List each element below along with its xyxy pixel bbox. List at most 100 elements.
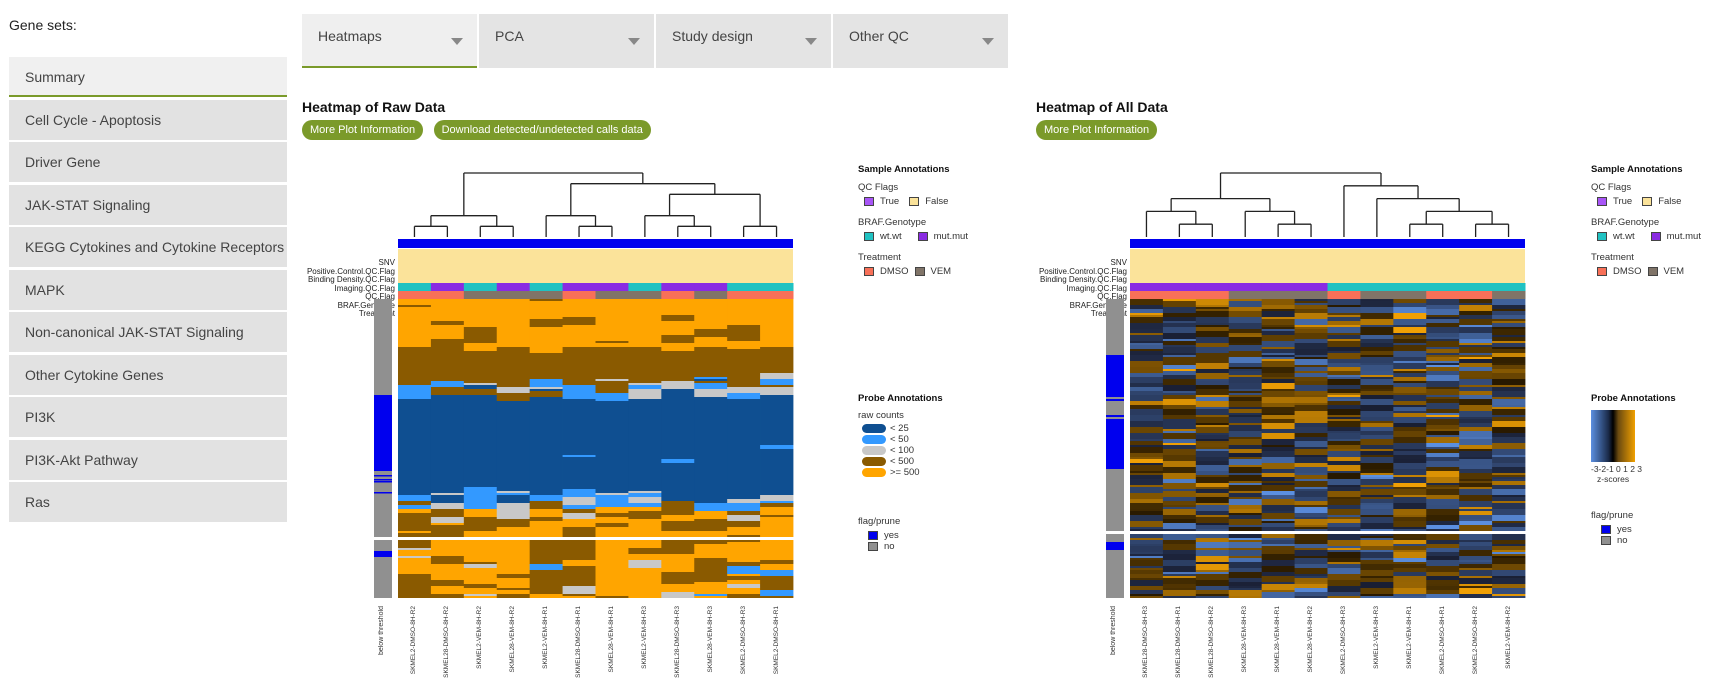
- heatmap-cell: [760, 299, 794, 307]
- heatmap-cell: [1294, 467, 1328, 473]
- heatmap-cell: [398, 365, 432, 373]
- heatmap-cell: [1195, 443, 1230, 447]
- heatmap-cell: [496, 393, 531, 401]
- raw-count-bin: < 500: [858, 456, 988, 467]
- heatmap-cell: [1228, 415, 1263, 417]
- heatmap-cell: [1459, 343, 1493, 345]
- heatmap-cell: [760, 373, 794, 379]
- heatmap-cell: [1294, 373, 1328, 377]
- heatmap-cell: [694, 311, 728, 315]
- tab-heatmaps[interactable]: Heatmaps: [302, 14, 477, 68]
- heatmap-cell: [595, 319, 629, 323]
- heatmap-cell: [1492, 399, 1526, 405]
- sidebar-item-pi3k[interactable]: PI3K: [9, 397, 287, 437]
- heatmap-cell: [694, 574, 728, 582]
- heatmap-cell: [1459, 546, 1493, 550]
- heatmap-cell: [496, 449, 531, 457]
- heatmap-cell: [1130, 409, 1164, 415]
- heatmap-cell: [1195, 433, 1230, 435]
- qc-true-label: True: [1613, 196, 1633, 207]
- raw-count-label: < 50: [890, 434, 909, 445]
- heatmap-cell: [694, 379, 728, 381]
- heatmap-cell: [1393, 517, 1427, 521]
- all-heatmap-column-labels: below threshold SKMEL28-DMSO-8H-R3 SKMEL28…: [1102, 602, 1527, 687]
- heatmap-cell: [1360, 301, 1394, 307]
- heatmap-cell: [1393, 335, 1427, 337]
- heatmap-cell: [760, 507, 794, 515]
- heatmap-cell: [1492, 433, 1526, 437]
- heatmap-cell: [1393, 451, 1427, 455]
- heatmap-cell: [727, 527, 761, 535]
- sidebar-item-jak-stat-signaling[interactable]: JAK-STAT Signaling: [9, 184, 287, 225]
- heatmap-cell: [1130, 479, 1164, 485]
- heatmap-cell: [1393, 381, 1427, 383]
- heatmap-cell: [1492, 455, 1526, 457]
- heatmap-cell: [1426, 349, 1460, 353]
- heatmap-cell: [430, 309, 465, 315]
- heatmap-cell: [1294, 301, 1328, 303]
- heatmap-cell: [496, 592, 531, 594]
- heatmap-cell: [398, 415, 432, 419]
- heatmap-cell: [1360, 469, 1394, 473]
- heatmap-cell: [1130, 323, 1164, 329]
- sidebar-item-other-cytokine-genes[interactable]: Other Cytokine Genes: [9, 354, 287, 395]
- heatmap-cell: [628, 483, 662, 491]
- tab-other-qc[interactable]: Other QC: [833, 14, 1008, 68]
- tab-study-design[interactable]: Study design: [656, 14, 831, 68]
- sidebar-item-mapk[interactable]: MAPK: [9, 269, 287, 310]
- heatmap-cell: [1195, 323, 1230, 325]
- sidebar-item-cell-cycle-apoptosis[interactable]: Cell Cycle - Apoptosis: [9, 99, 287, 140]
- genotype-cell: [1360, 283, 1394, 291]
- heatmap-cell: [760, 517, 794, 525]
- sidebar-item-driver-gene[interactable]: Driver Gene: [9, 142, 287, 182]
- heatmap-cell: [1195, 363, 1230, 369]
- heatmap-cell: [1492, 584, 1526, 588]
- heatmap-cell: [1360, 487, 1394, 489]
- more-plot-info-button[interactable]: More Plot Information: [1036, 120, 1158, 140]
- heatmap-cell: [727, 343, 761, 345]
- heatmap-cell: [1426, 367, 1460, 371]
- heatmap-cell: [1130, 459, 1164, 463]
- heatmap-cell: [1492, 523, 1526, 527]
- heatmap-cell: [1261, 391, 1295, 397]
- sidebar-item-summary[interactable]: Summary: [9, 57, 287, 97]
- sidebar-item-ras[interactable]: Ras: [9, 482, 287, 522]
- heatmap-cell: [1294, 479, 1328, 481]
- heatmap-cell: [1228, 475, 1263, 481]
- heatmap-cell: [1459, 515, 1493, 519]
- heatmap-cell: [1459, 303, 1493, 305]
- heatmap-cell: [1294, 525, 1328, 527]
- heatmap-cell: [1360, 596, 1394, 598]
- heatmap-cell: [1162, 393, 1197, 395]
- sidebar-item-non-canonical-jak-stat[interactable]: Non-canonical JAK-STAT Signaling: [9, 312, 287, 352]
- heatmap-cell: [1195, 353, 1230, 359]
- heatmap-cell: [1492, 515, 1526, 521]
- column-label: SKMEL2-VEM-8H-R2: [476, 606, 484, 669]
- heatmap-cell: [595, 503, 629, 507]
- heatmap-cell: [1459, 391, 1493, 395]
- heatmap-cell: [1393, 546, 1427, 550]
- sidebar-item-pi3k-akt-pathway[interactable]: PI3K-Akt Pathway: [9, 439, 287, 480]
- heatmap-cell: [1492, 540, 1526, 544]
- heatmap-cell: [760, 321, 794, 325]
- heatmap-cell: [1130, 361, 1164, 367]
- heatmap-cell: [398, 447, 432, 451]
- heatmap-cell: [1195, 369, 1230, 373]
- sidebar-item-kegg-cytokines[interactable]: KEGG Cytokines and Cytokine Receptors: [9, 227, 287, 267]
- heatmap-cell: [1228, 542, 1263, 548]
- heatmap-cell: [1162, 439, 1197, 443]
- heatmap-cell: [694, 433, 728, 441]
- download-calls-button[interactable]: Download detected/undetected calls data: [433, 120, 651, 140]
- heatmap-cell: [1492, 463, 1526, 467]
- heatmap-cell: [562, 429, 596, 433]
- heatmap-cell: [1327, 313, 1361, 315]
- genotype-cell: [595, 283, 629, 291]
- legend-qc-items: True False: [1597, 196, 1720, 207]
- more-plot-info-button[interactable]: More Plot Information: [302, 120, 424, 140]
- row-side-label: below threshold: [1110, 606, 1117, 656]
- tab-pca[interactable]: PCA: [479, 14, 654, 68]
- heatmap-cell: [1294, 371, 1328, 373]
- heatmap-cell: [1294, 423, 1328, 427]
- heatmap-cell: [628, 423, 662, 429]
- heatmap-cell: [398, 325, 432, 329]
